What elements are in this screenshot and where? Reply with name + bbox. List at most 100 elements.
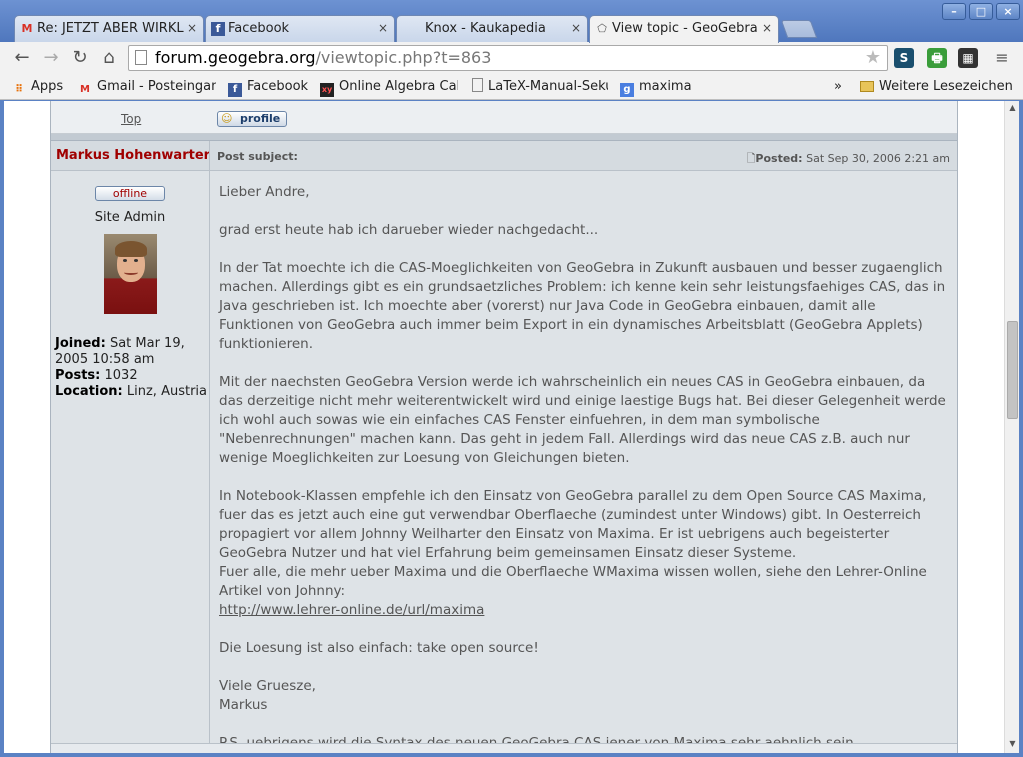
tab-label: Knox - Kaukapedia — [425, 21, 546, 36]
post-greeting: Lieber Andre, — [219, 184, 310, 200]
column-divider — [209, 141, 210, 753]
bookmark-maxima[interactable]: g maxima — [620, 77, 700, 97]
new-tab-button[interactable] — [780, 20, 818, 38]
forum-post-table: Top ☺ profile Markus Hohenwarter Post su… — [50, 101, 958, 753]
bookmark-folder-other[interactable]: Weitere Lesezeichen — [860, 77, 1020, 97]
page-icon — [135, 50, 147, 65]
url-text: forum.geogebra.org/viewtopic.php?t=863 — [155, 48, 491, 68]
page-icon — [472, 78, 483, 92]
location-value: Linz, Austria — [126, 384, 207, 399]
bookmark-label: Weitere Lesezeichen — [879, 79, 1013, 94]
location-label: Location: — [55, 384, 123, 399]
bookmark-label: Apps — [31, 79, 64, 94]
url-path: /viewtopic.php?t=863 — [315, 48, 492, 67]
home-icon[interactable]: ⌂ — [97, 46, 121, 70]
maxima-article-link[interactable]: http://www.lehrer-online.de/url/maxima — [219, 602, 484, 618]
post-paragraph: grad erst heute hab ich darueber wieder … — [219, 222, 599, 238]
close-tab-icon[interactable]: × — [762, 16, 772, 41]
previous-post-footer: Top ☺ profile — [51, 101, 957, 134]
apps-icon: ⠿ — [15, 84, 23, 95]
avatar — [104, 234, 157, 314]
geogebra-icon: ⬠ — [597, 22, 607, 35]
algebra-icon: xy — [320, 83, 334, 97]
post-header: Markus Hohenwarter Post subject: 🗋Posted… — [51, 141, 957, 171]
minimize-button[interactable]: – — [942, 3, 966, 20]
tab-facebook[interactable]: f Facebook × — [205, 15, 395, 42]
profile-button-label: profile — [240, 112, 281, 125]
posts-row: Posts: 1032 — [55, 368, 207, 384]
film-extension-icon[interactable]: ▦ — [958, 48, 978, 68]
folder-icon — [860, 81, 874, 92]
reload-icon[interactable]: ↻ — [68, 46, 92, 70]
posted-label: Posted: — [755, 152, 803, 165]
address-bar[interactable]: forum.geogebra.org/viewtopic.php?t=863 ★ — [128, 45, 888, 71]
post-paragraph: Die Loesung ist also einfach: take open … — [219, 640, 539, 656]
bookmark-label: Online Algebra Cal — [339, 79, 458, 94]
online-status-badge: offline — [95, 186, 165, 201]
post-subject-label: Post subject: — [217, 150, 298, 163]
tab-geogebra[interactable]: ⬠ View topic - GeoGebra × — [589, 15, 779, 43]
forward-arrow-icon[interactable]: → — [39, 46, 63, 70]
user-rank: Site Admin — [94, 210, 166, 225]
tab-kaukapedia[interactable]: Knox - Kaukapedia × — [396, 15, 588, 42]
extension-s-icon[interactable]: S — [894, 48, 914, 68]
posts-value: 1032 — [104, 368, 138, 383]
post-body: Lieber Andre, grad erst heute hab ich da… — [219, 183, 949, 753]
url-host: forum.geogebra.org — [155, 48, 316, 67]
close-tab-icon[interactable]: × — [571, 16, 581, 41]
post-separator — [51, 134, 957, 141]
navigation-toolbar: ← → ↻ ⌂ forum.geogebra.org/viewtopic.php… — [0, 42, 1023, 74]
close-window-button[interactable]: × — [996, 3, 1020, 20]
close-tab-icon[interactable]: × — [378, 16, 388, 41]
bookmark-label: Facebook — [247, 79, 309, 94]
bookmark-label: Gmail - Posteingan — [97, 79, 216, 94]
google-icon: g — [620, 83, 634, 97]
joined-row: Joined: Sat Mar 19, 2005 10:58 am — [55, 336, 207, 368]
post-signature: Markus — [219, 697, 268, 713]
tab-label: Facebook — [228, 21, 290, 36]
back-arrow-icon[interactable]: ← — [10, 46, 34, 70]
maximize-button[interactable]: □ — [969, 3, 993, 20]
scroll-up-arrow-icon[interactable]: ▲ — [1008, 103, 1017, 112]
bookmark-gmail[interactable]: M Gmail - Posteingan — [78, 77, 216, 97]
bookmark-facebook[interactable]: f Facebook — [228, 77, 312, 97]
close-tab-icon[interactable]: × — [187, 16, 197, 41]
user-details: Joined: Sat Mar 19, 2005 10:58 am Posts:… — [55, 336, 207, 400]
bookmark-latex-manual[interactable]: LaTeX-Manual-Seku — [472, 77, 608, 97]
bookmark-apps[interactable]: ⠿ Apps — [12, 77, 72, 97]
gmail-icon: M — [21, 22, 33, 35]
vertical-scrollbar[interactable]: ▲ ▼ — [1004, 101, 1019, 753]
profile-icon: ☺ — [221, 112, 233, 125]
facebook-icon: f — [211, 22, 225, 36]
gmail-icon: M — [80, 84, 90, 95]
joined-label: Joined: — [55, 336, 106, 351]
bookmark-star-icon[interactable]: ★ — [865, 47, 881, 68]
bookmark-online-algebra[interactable]: xy Online Algebra Cal — [320, 77, 458, 97]
tab-label: Re: JETZT ABER WIRKL — [37, 21, 184, 36]
scrollbar-thumb[interactable] — [1007, 321, 1018, 419]
page-viewport: Top ☺ profile Markus Hohenwarter Post su… — [4, 101, 1004, 753]
post-date: 🗋Posted: Sat Sep 30, 2006 2:21 am — [747, 150, 950, 169]
tab-label: View topic - GeoGebra — [612, 21, 758, 36]
print-extension-icon[interactable]: 🖶 — [927, 48, 947, 68]
bookmarks-bar: ⠿ Apps M Gmail - Posteingan f Facebook xy On… — [0, 74, 1023, 100]
profile-button[interactable]: ☺ profile — [217, 111, 287, 127]
location-row: Location: Linz, Austria — [55, 384, 207, 400]
menu-icon[interactable]: ≡ — [990, 46, 1014, 70]
post-paragraph: Mit der naechsten GeoGebra Version werde… — [219, 374, 946, 466]
facebook-icon: f — [228, 83, 242, 97]
bookmarks-overflow-chevron[interactable]: » — [834, 77, 848, 97]
bookmark-label: LaTeX-Manual-Seku — [488, 79, 608, 94]
post-paragraph: Fuer alle, die mehr ueber Maxima und die… — [219, 564, 927, 599]
scroll-down-arrow-icon[interactable]: ▼ — [1008, 739, 1017, 748]
tab-gmail[interactable]: M Re: JETZT ABER WIRKL × — [14, 15, 204, 42]
post-closing: Viele Gruesze, — [219, 678, 316, 694]
post-paragraph: In der Tat moechte ich die CAS-Moeglichk… — [219, 260, 946, 352]
bookmark-label: maxima — [639, 79, 692, 94]
posted-date-value: Sat Sep 30, 2006 2:21 am — [806, 152, 950, 165]
post-paragraph: In Notebook-Klassen empfehle ich den Ein… — [219, 488, 927, 561]
title-bar: M Re: JETZT ABER WIRKL × f Facebook × Kn… — [0, 0, 1023, 43]
browser-window: M Re: JETZT ABER WIRKL × f Facebook × Kn… — [0, 0, 1023, 757]
post-author: Markus Hohenwarter — [56, 148, 211, 163]
top-link[interactable]: Top — [121, 112, 141, 126]
